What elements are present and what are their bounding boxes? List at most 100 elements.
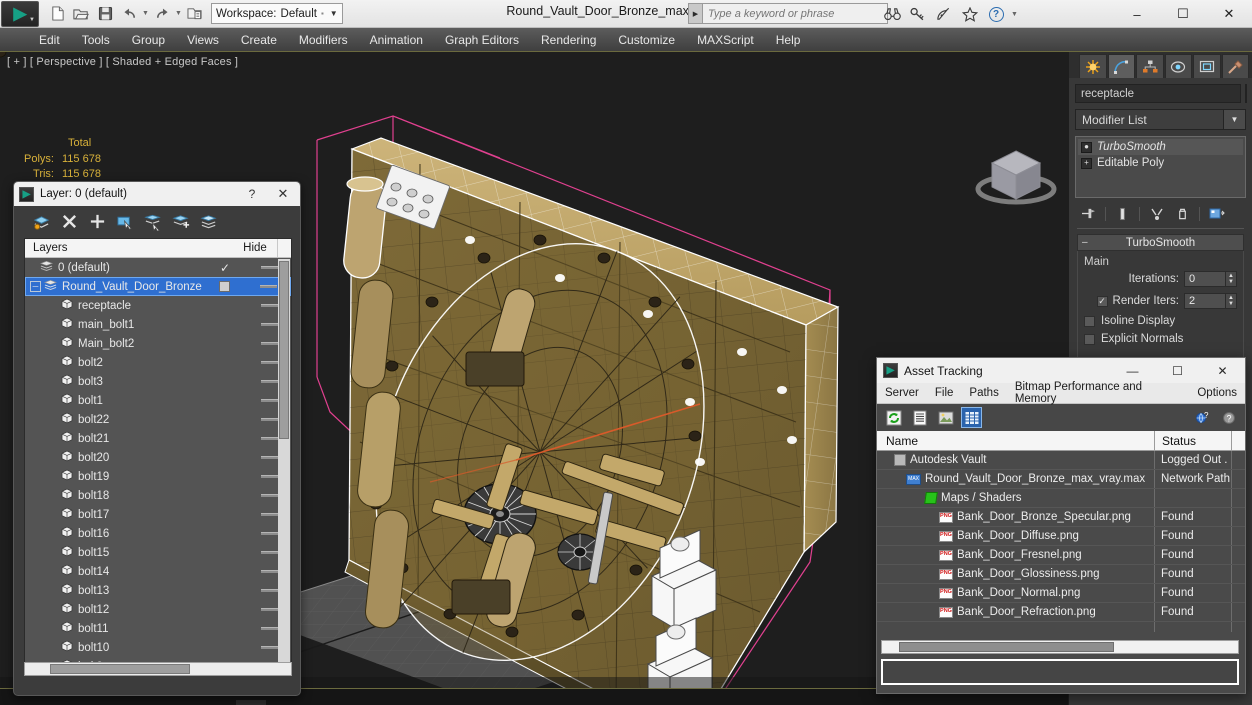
list-item[interactable]: Main_bolt2	[25, 334, 291, 353]
layer-list[interactable]: Layers Hide 0 (default) ✓ ─ Round_Vault_…	[24, 238, 292, 668]
table-row[interactable]: Maps / Shaders	[877, 489, 1245, 508]
layer-freeze-dash-icon[interactable]	[260, 532, 278, 535]
layer-freeze-dash-icon[interactable]	[260, 304, 278, 307]
render-iters-spin-arrows-icon[interactable]: ▲ ▼	[1226, 293, 1237, 309]
layer-freeze-dash-icon[interactable]	[260, 399, 278, 402]
refresh-icon[interactable]	[883, 407, 904, 428]
list-item[interactable]: bolt21	[25, 429, 291, 448]
undo-dropdown-icon[interactable]: ▼	[141, 10, 150, 17]
iterations-stepper[interactable]: 0 ▲ ▼	[1184, 271, 1237, 287]
isoline-display-checkbox[interactable]	[1084, 315, 1095, 327]
configure-sets-icon[interactable]	[1207, 205, 1226, 222]
show-end-result-icon[interactable]	[1113, 205, 1132, 222]
table-row[interactable]: PNG Bank_Door_Normal.png Found	[877, 584, 1245, 603]
menu-animation[interactable]: Animation	[359, 28, 434, 52]
hierarchy-tab[interactable]	[1136, 54, 1164, 78]
object-color-swatch[interactable]	[1245, 84, 1247, 103]
layer-freeze-dash-icon[interactable]	[260, 361, 278, 364]
table-row[interactable]: PNG Bank_Door_Diffuse.png Found	[877, 527, 1245, 546]
render-iters-value[interactable]: 2	[1184, 293, 1226, 309]
menu-maxscript[interactable]: MAXScript	[686, 28, 765, 52]
layer-freeze-dash-icon[interactable]	[260, 608, 278, 611]
menu-edit[interactable]: Edit	[28, 28, 71, 52]
workspace-chevron-down-icon[interactable]: ▼	[330, 9, 338, 18]
create-tab[interactable]	[1079, 54, 1107, 78]
asset-menu-options[interactable]: Options	[1189, 383, 1245, 404]
open-file-button[interactable]	[69, 2, 93, 26]
menu-rendering[interactable]: Rendering	[530, 28, 607, 52]
menu-help[interactable]: Help	[765, 28, 812, 52]
layer-dialog-close-button[interactable]: ✕	[266, 186, 300, 202]
current-layer-check-icon[interactable]: ✓	[220, 261, 230, 275]
list-item[interactable]: bolt10	[25, 638, 291, 657]
satellite-dish-icon[interactable]	[932, 2, 956, 26]
asset-menu-paths[interactable]: Paths	[961, 383, 1006, 404]
pin-stack-icon[interactable]	[1079, 205, 1098, 222]
asset-menu-server[interactable]: Server	[877, 383, 927, 404]
help-icon[interactable]: ?	[984, 2, 1008, 26]
undo-button[interactable]	[117, 2, 141, 26]
close-button[interactable]: ✕	[1206, 0, 1252, 28]
list-item[interactable]: bolt14	[25, 562, 291, 581]
add-selection-to-layer-icon[interactable]	[170, 211, 192, 233]
key-icon[interactable]	[906, 2, 930, 26]
highlight-selected-objects-icon[interactable]	[142, 211, 164, 233]
list-item[interactable]: main_bolt1	[25, 315, 291, 334]
table-row[interactable]: PNG Bank_Door_Glossiness.png Found	[877, 565, 1245, 584]
display-tab[interactable]	[1193, 54, 1221, 78]
list-item[interactable]: bolt2	[25, 353, 291, 372]
delete-layer-icon[interactable]	[58, 211, 80, 233]
layer-freeze-dash-icon[interactable]	[260, 418, 278, 421]
layer-freeze-dash-icon[interactable]	[260, 646, 278, 649]
menu-group[interactable]: Group	[121, 28, 176, 52]
iterations-value[interactable]: 0	[1184, 271, 1226, 287]
maximize-button[interactable]: ☐	[1160, 0, 1206, 28]
help-dropdown-icon[interactable]: ▼	[1010, 11, 1019, 18]
table-row[interactable]: PNG Bank_Door_Refraction.png Found	[877, 603, 1245, 622]
modify-tab[interactable]	[1107, 54, 1135, 78]
layer-freeze-dash-icon[interactable]	[260, 380, 278, 383]
list-item[interactable]: bolt1	[25, 391, 291, 410]
asset-tracking-horizontal-scrollbar[interactable]	[881, 640, 1239, 654]
layer-freeze-dash-icon[interactable]	[260, 570, 278, 573]
utilities-tab[interactable]	[1221, 54, 1249, 78]
view-cube[interactable]	[972, 137, 1060, 217]
layer-row-round-vault-door-bronze[interactable]: ─ Round_Vault_Door_Bronze	[25, 277, 291, 296]
layer-freeze-dash-icon[interactable]	[260, 551, 278, 554]
layer-list-horizontal-scrollbar[interactable]	[24, 662, 292, 676]
layer-freeze-dash-icon[interactable]	[260, 323, 278, 326]
asset-tracking-rows[interactable]: Autodesk Vault Logged Out . MAX Round_Va…	[877, 451, 1245, 632]
asset-menu-bitmap-performance-and-memory[interactable]: Bitmap Performance and Memory	[1007, 381, 1190, 405]
asset-tracking-dialog[interactable]: ▶ Asset Tracking — ☐ ✕ Server File Paths…	[876, 357, 1246, 694]
layer-dialog[interactable]: ▶ Layer: 0 (default) ? ✕ Layers Hide 0 (…	[13, 181, 301, 696]
workspace-selector[interactable]: Workspace: Default ▪ ▼	[211, 3, 343, 24]
menu-customize[interactable]: Customize	[607, 28, 686, 52]
make-unique-icon[interactable]	[1147, 205, 1166, 222]
add-layer-icon[interactable]	[86, 211, 108, 233]
save-file-button[interactable]	[93, 2, 117, 26]
list-item[interactable]: bolt19	[25, 467, 291, 486]
minimize-button[interactable]: –	[1114, 0, 1160, 28]
star-icon[interactable]	[958, 2, 982, 26]
layer-hide-checkbox[interactable]	[218, 281, 230, 292]
app-logo-dropdown-icon[interactable]: ▼	[29, 17, 35, 23]
grid-view-icon[interactable]	[961, 407, 982, 428]
table-row[interactable]: Autodesk Vault Logged Out .	[877, 451, 1245, 470]
asset-tracking-close-button[interactable]: ✕	[1200, 358, 1245, 383]
redo-button[interactable]	[150, 2, 174, 26]
set-current-layer-icon[interactable]	[198, 211, 220, 233]
create-new-layer-icon[interactable]	[30, 211, 52, 233]
menu-create[interactable]: Create	[230, 28, 288, 52]
modifier-stack[interactable]: ● TurboSmooth + Editable Poly	[1075, 136, 1246, 198]
menu-tools[interactable]: Tools	[71, 28, 121, 52]
select-objects-in-layer-icon[interactable]	[114, 211, 136, 233]
table-row[interactable]: MAX Round_Vault_Door_Bronze_max_vray.max…	[877, 470, 1245, 489]
list-item[interactable]: bolt20	[25, 448, 291, 467]
render-iters-stepper[interactable]: 2 ▲ ▼	[1184, 293, 1237, 309]
menu-modifiers[interactable]: Modifiers	[288, 28, 359, 52]
asset-column-name[interactable]: Name	[877, 431, 1155, 450]
menu-graph-editors[interactable]: Graph Editors	[434, 28, 530, 52]
list-item[interactable]: bolt16	[25, 524, 291, 543]
layer-freeze-dash-icon[interactable]	[260, 627, 278, 630]
list-item[interactable]: bolt13	[25, 581, 291, 600]
